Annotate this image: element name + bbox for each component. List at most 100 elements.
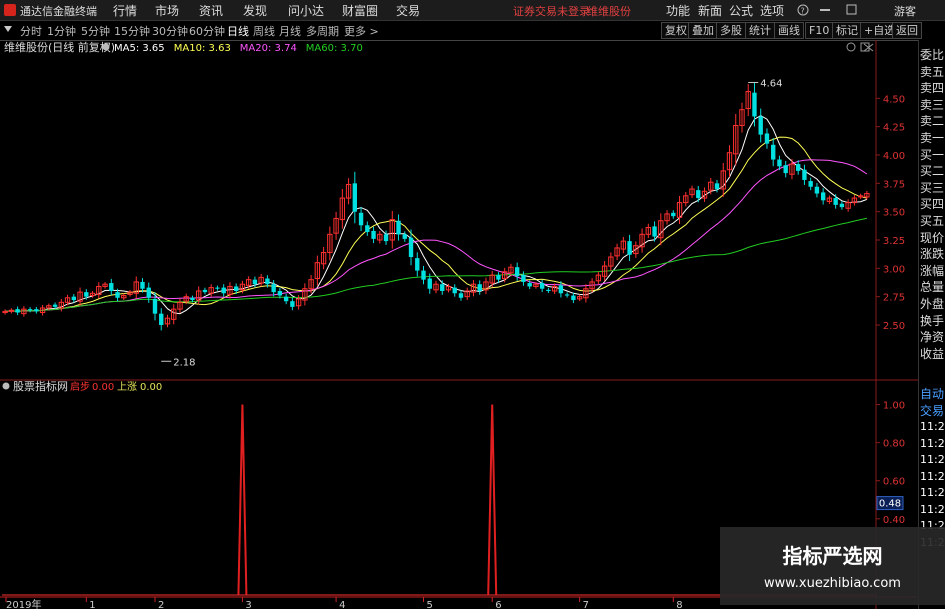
menu-item-ask[interactable]: 问小达 xyxy=(288,2,324,19)
tab-weekly[interactable]: 周线 xyxy=(253,23,275,39)
login-notice[interactable]: 证券交易未登录 xyxy=(513,3,590,19)
candle-body xyxy=(496,275,501,280)
signal-spike xyxy=(237,404,248,596)
candle xyxy=(546,287,551,294)
signal-start-label: 启步 xyxy=(70,380,90,393)
tab-multi-period[interactable]: 多周期 xyxy=(306,23,339,39)
watermark-url: www.xuezhibiao.com xyxy=(764,576,901,591)
tab-1min[interactable]: 1分钟 xyxy=(47,23,76,39)
time-tick-label: 3 xyxy=(245,600,251,609)
trade-field-0: 自动 xyxy=(920,387,945,401)
tab-more[interactable]: 更多 > xyxy=(344,23,379,39)
candle-body xyxy=(796,164,801,171)
kline-chart[interactable]: 4.50 4.25 4.00 3.75 3.50 3.25 3.00 2.75 2.50 1.00… xyxy=(0,40,918,609)
candle-body xyxy=(152,298,158,314)
menu-item-formula[interactable]: 公式 xyxy=(729,2,753,19)
candle-body xyxy=(839,203,845,208)
draw-line-button[interactable]: 画线 xyxy=(774,22,804,39)
candle xyxy=(102,282,108,289)
candle xyxy=(177,298,183,313)
overlay-button[interactable]: 叠加 xyxy=(688,22,718,39)
minimize-icon[interactable] xyxy=(820,9,830,11)
candle xyxy=(377,230,383,244)
candle-body xyxy=(109,283,114,291)
mark-button[interactable]: 标记 xyxy=(832,22,862,39)
menu-item-news[interactable]: 资讯 xyxy=(199,2,223,19)
candle-body xyxy=(383,234,389,242)
candle-body xyxy=(277,291,283,296)
candle xyxy=(215,285,220,291)
stock-name-title: 维维股份 xyxy=(587,5,631,18)
candle-body xyxy=(477,284,482,291)
candle xyxy=(159,308,164,331)
menu-item-discover[interactable]: 发现 xyxy=(243,2,267,19)
quote-field-5: 卖一 xyxy=(920,131,945,145)
menu-item-quotes[interactable]: 行情 xyxy=(113,2,137,19)
ma-label-0: MA5: 3.65 xyxy=(114,43,165,54)
indicator-tick-label: 0.80 xyxy=(883,439,905,450)
indicator-panel-menu-icon xyxy=(2,382,10,390)
menu-bar: 通达信金融终端 行情 市场 资讯 发现 问小达 财富圈 交易 证券交易未登录 维… xyxy=(0,0,945,21)
adjust-button[interactable]: 复权 xyxy=(661,22,691,39)
tab-15min[interactable]: 15分钟 xyxy=(114,23,150,39)
maximize-icon[interactable] xyxy=(846,4,857,18)
tab-60min[interactable]: 60分钟 xyxy=(189,23,225,39)
stats-button[interactable]: 统计 xyxy=(745,22,775,39)
candle-body xyxy=(764,133,770,144)
candle-body xyxy=(421,270,426,280)
tab-daily[interactable]: 日线 xyxy=(227,23,249,39)
tab-time-share[interactable]: 分时 xyxy=(20,23,42,39)
candle-body xyxy=(34,309,39,312)
candle-body xyxy=(564,294,570,296)
candle-body xyxy=(771,144,776,160)
candle xyxy=(77,287,83,306)
tab-5min[interactable]: 5分钟 xyxy=(81,23,110,39)
candle xyxy=(452,284,457,297)
price-tick-label: 3.00 xyxy=(883,264,905,275)
menu-item-function[interactable]: 功能 xyxy=(666,2,690,19)
quote-field-11: 现价 xyxy=(920,230,945,245)
menu-item-new-page[interactable]: 新面 xyxy=(698,2,722,19)
candle xyxy=(358,206,364,232)
candle xyxy=(489,270,495,288)
back-button[interactable]: 返回 xyxy=(892,22,922,39)
menu-item-wealth[interactable]: 财富圈 xyxy=(342,2,378,19)
dropdown-arrow-icon[interactable] xyxy=(4,26,12,32)
candle-body xyxy=(783,165,788,174)
tab-monthly[interactable]: 月线 xyxy=(279,23,301,39)
candle xyxy=(483,277,489,295)
candle xyxy=(258,274,264,287)
ma-label-3: MA60: 3.70 xyxy=(306,43,363,54)
candle xyxy=(833,194,838,209)
guest-label[interactable]: 游客 xyxy=(894,3,916,19)
candle-body xyxy=(440,284,445,291)
menu-item-market[interactable]: 市场 xyxy=(155,2,179,19)
candle xyxy=(539,279,545,293)
tab-30min[interactable]: 30分钟 xyxy=(152,23,188,39)
candle xyxy=(658,213,664,246)
low-label: 2.18 xyxy=(173,357,195,368)
candle-body xyxy=(252,279,258,285)
time-tick-label: 2019年 xyxy=(6,598,41,609)
menu-item-trade[interactable]: 交易 xyxy=(396,2,420,19)
candle xyxy=(290,297,295,311)
candle-body xyxy=(671,212,676,217)
candle xyxy=(620,236,627,254)
indicator-tick-label: 1.00 xyxy=(883,401,905,412)
menu-item-options[interactable]: 选项 xyxy=(760,2,784,19)
candle xyxy=(783,160,788,178)
candle-body xyxy=(115,292,120,298)
help-icon[interactable]: ? xyxy=(797,4,809,19)
quote-field-12: 涨跌 xyxy=(920,247,945,262)
candle xyxy=(627,234,632,261)
multi-stock-button[interactable]: 多股 xyxy=(716,22,746,39)
price-tick-label: 2.50 xyxy=(883,321,905,332)
candle xyxy=(345,178,352,205)
candle xyxy=(121,293,127,300)
price-tick-label: 2.75 xyxy=(883,293,905,304)
f10-button[interactable]: F10 xyxy=(805,22,834,39)
candle-body xyxy=(159,313,164,325)
candle-body xyxy=(365,225,370,233)
trade-field-7: 11:29 xyxy=(920,502,945,516)
candle xyxy=(71,294,76,303)
